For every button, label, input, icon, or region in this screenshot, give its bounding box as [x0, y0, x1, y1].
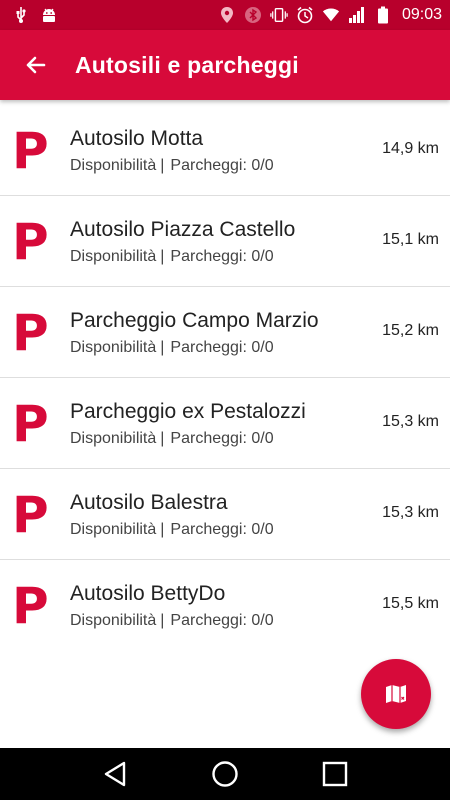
parking-icon: P — [12, 577, 49, 635]
home-circle-icon — [212, 761, 238, 787]
parking-count: Parcheggi: 0/0 — [170, 612, 274, 629]
navigation-bar — [0, 748, 450, 800]
arrow-back-icon — [26, 56, 46, 74]
parking-count: Parcheggi: 0/0 — [170, 248, 274, 265]
status-time: 09:03 — [401, 6, 442, 23]
availability-label: Disponibilità — [70, 612, 157, 629]
separator: | — [160, 430, 165, 447]
separator: | — [160, 248, 165, 265]
parking-name: Autosilo Piazza Castello — [70, 218, 296, 241]
parking-icon: P — [12, 122, 49, 180]
parking-name: Autosilo Balestra — [70, 491, 228, 514]
distance: 15,3 km — [382, 413, 439, 430]
parking-count: Parcheggi: 0/0 — [170, 157, 274, 174]
recents-square-icon — [322, 761, 348, 787]
list-item[interactable]: P Parcheggio ex Pestalozzi Disponibilità… — [0, 378, 450, 469]
parking-icon: P — [12, 304, 49, 362]
list-item[interactable]: P Autosilo Piazza Castello Disponibilità… — [0, 196, 450, 287]
page-title: Autosili e parcheggi — [75, 51, 299, 78]
availability-label: Disponibilità — [70, 339, 157, 356]
list-item[interactable]: P Autosilo Balestra Disponibilità | Parche… — [0, 469, 450, 560]
distance: 15,1 km — [382, 231, 439, 248]
parking-list: P Autosilo Motta Disponibilità | Parcheggi… — [0, 105, 450, 651]
parking-icon: P — [12, 395, 49, 453]
list-item[interactable]: P Autosilo Motta Disponibilità | Parcheggi… — [0, 105, 450, 196]
back-button[interactable] — [18, 47, 54, 83]
map-icon — [386, 685, 406, 703]
parking-name: Parcheggio ex Pestalozzi — [70, 400, 306, 423]
screen: 09:03 Autosili e parcheggi P Autosilo Mo… — [0, 0, 450, 800]
availability-label: Disponibilità — [70, 521, 157, 538]
distance: 14,9 km — [382, 140, 439, 157]
vibrate-icon — [270, 6, 288, 24]
parking-count: Parcheggi: 0/0 — [170, 339, 274, 356]
signal-icon — [348, 6, 366, 24]
wifi-icon — [322, 6, 340, 24]
parking-count: Parcheggi: 0/0 — [170, 521, 274, 538]
battery-icon — [374, 6, 392, 24]
separator: | — [160, 157, 165, 174]
availability-label: Disponibilità — [70, 430, 157, 447]
parking-icon: P — [12, 486, 49, 544]
nav-recents-button[interactable] — [315, 754, 355, 794]
back-triangle-icon — [104, 761, 126, 787]
location-icon — [218, 6, 236, 24]
list-item[interactable]: P Parcheggio Campo Marzio Disponibilità |… — [0, 287, 450, 378]
availability-label: Disponibilità — [70, 157, 157, 174]
distance: 15,2 km — [382, 322, 439, 339]
nav-back-button[interactable] — [95, 754, 135, 794]
parking-name: Autosilo BettyDo — [70, 582, 226, 605]
android-debug-icon — [40, 6, 58, 24]
nav-home-button[interactable] — [205, 754, 245, 794]
list-item[interactable]: P Autosilo BettyDo Disponibilità | Parcheg… — [0, 560, 450, 651]
usb-icon — [12, 6, 30, 24]
distance: 15,5 km — [382, 595, 439, 612]
bluetooth-icon — [244, 6, 262, 24]
parking-icon: P — [12, 213, 49, 271]
parking-name: Autosilo Motta — [70, 127, 204, 150]
alarm-icon — [296, 6, 314, 24]
availability-label: Disponibilità — [70, 248, 157, 265]
distance: 15,3 km — [382, 504, 439, 521]
parking-count: Parcheggi: 0/0 — [170, 430, 274, 447]
separator: | — [160, 612, 165, 629]
app-bar: Autosili e parcheggi — [0, 30, 450, 100]
separator: | — [160, 521, 165, 538]
parking-name: Parcheggio Campo Marzio — [70, 309, 319, 332]
separator: | — [160, 339, 165, 356]
status-bar: 09:03 — [0, 0, 450, 30]
map-button[interactable] — [361, 659, 431, 729]
